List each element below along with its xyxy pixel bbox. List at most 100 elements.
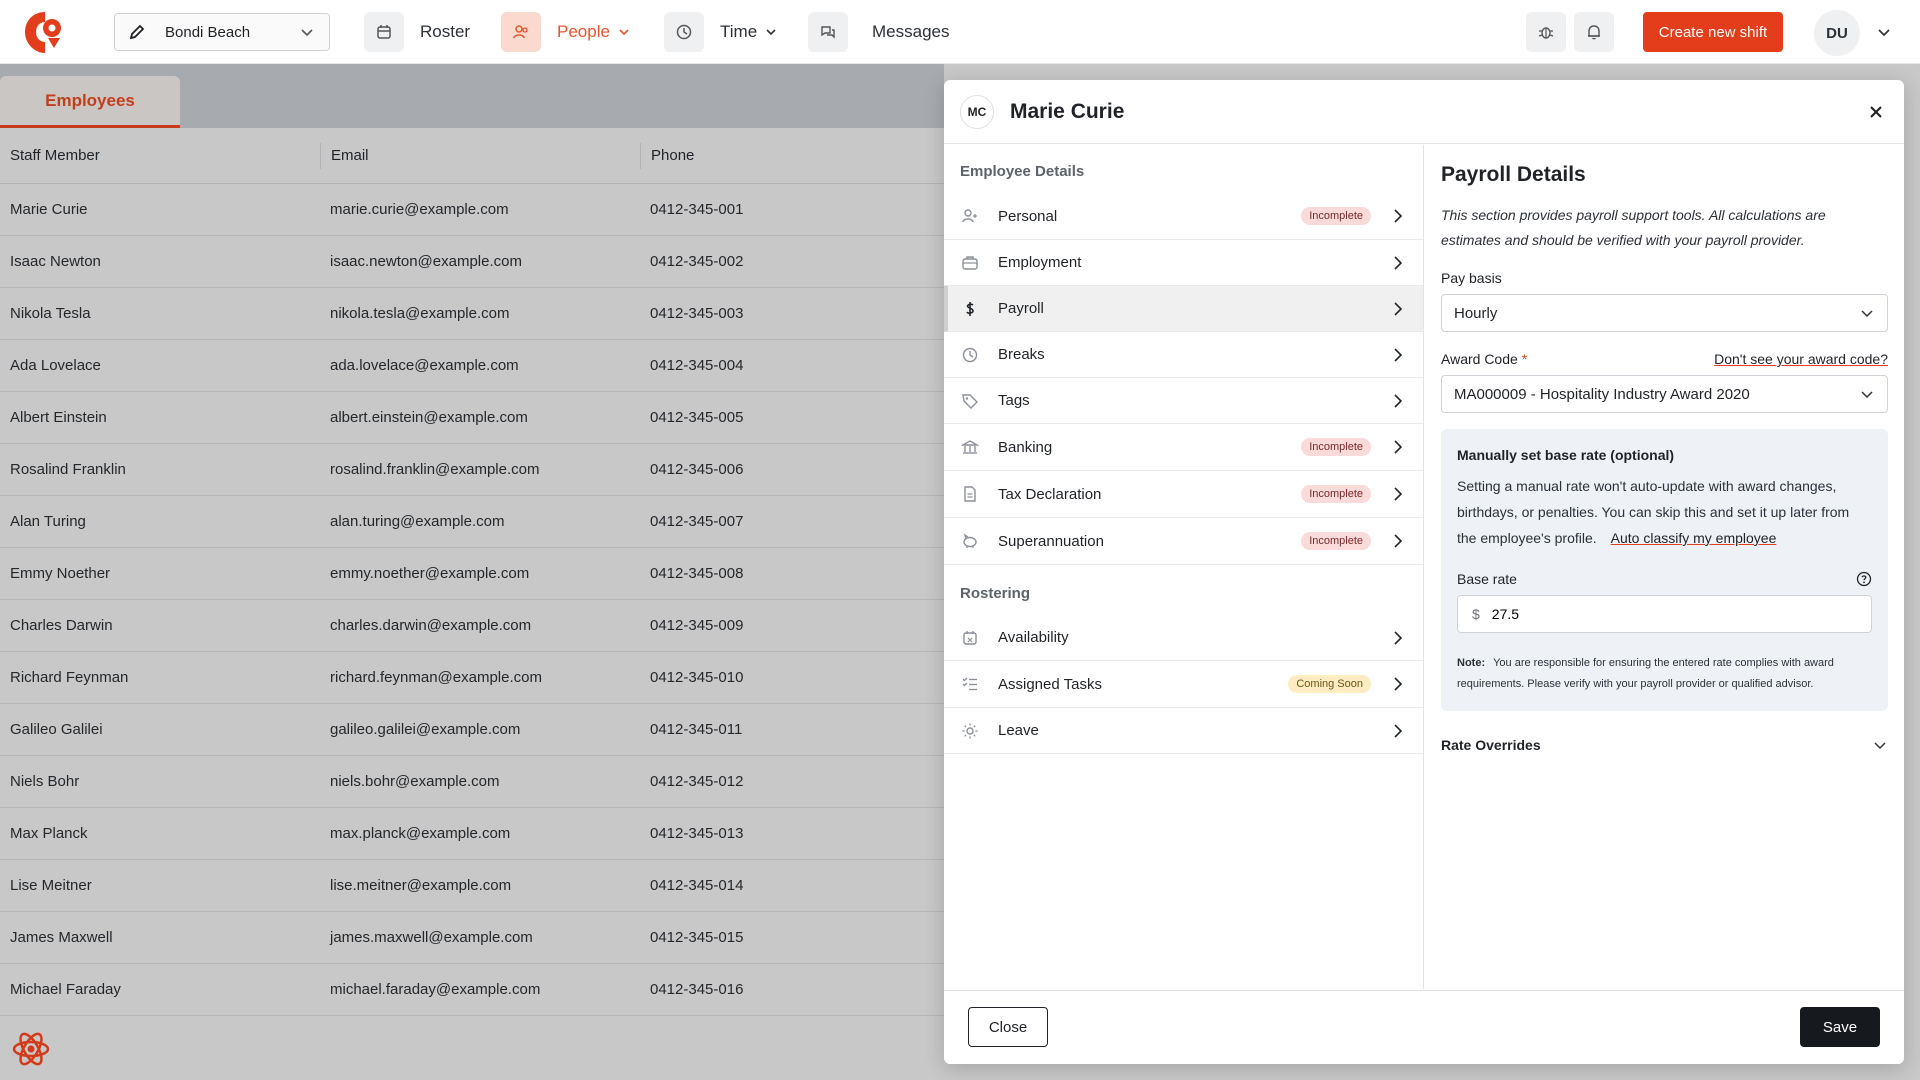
phone-cell: 0412-345-015: [650, 929, 744, 946]
table-row[interactable]: Ada Lovelace ada.lovelace@example.com 0412…: [0, 340, 944, 392]
notifications-button[interactable]: [1574, 12, 1614, 52]
close-icon: [1870, 106, 1882, 118]
menu-item-personal[interactable]: Personal Incomplete: [944, 193, 1423, 240]
calendar-icon: [364, 12, 404, 52]
phone-cell: 0412-345-002: [650, 253, 744, 270]
staff-name-cell: Niels Bohr: [10, 773, 80, 790]
email-cell: nikola.tesla@example.com: [330, 305, 510, 322]
status-badge: Coming Soon: [1288, 675, 1371, 693]
staff-name-cell: Isaac Newton: [10, 253, 101, 270]
email-cell: galileo.galilei@example.com: [330, 721, 521, 738]
staff-name-cell: Max Planck: [10, 825, 88, 842]
document-icon: [960, 484, 980, 504]
table-row[interactable]: Rosalind Franklin rosalind.franklin@examp…: [0, 444, 944, 496]
bug-report-button[interactable]: [1526, 12, 1566, 52]
menu-item-tax-declaration[interactable]: Tax Declaration Incomplete: [944, 471, 1423, 518]
rate-overrides-label: Rate Overrides: [1441, 737, 1541, 753]
nav-messages[interactable]: Messages: [808, 12, 949, 52]
calendar-x-icon: [960, 628, 980, 648]
auto-classify-link[interactable]: Auto classify my employee: [1611, 530, 1777, 546]
base-rate-row: Base rate: [1457, 571, 1872, 587]
table-row[interactable]: Emmy Noether emmy.noether@example.com 0412…: [0, 548, 944, 600]
tab-employees[interactable]: Employees: [0, 76, 180, 128]
phone-cell: 0412-345-016: [650, 981, 744, 998]
payroll-details-panel: Payroll Details This section provides pa…: [1425, 145, 1904, 989]
table-row[interactable]: Galileo Galilei galileo.galilei@example.c…: [0, 704, 944, 756]
table-row[interactable]: Nikola Tesla nikola.tesla@example.com 0412…: [0, 288, 944, 340]
chevron-right-icon: [1394, 440, 1403, 454]
atom-icon[interactable]: [10, 1028, 52, 1070]
currency-symbol: $: [1472, 606, 1480, 622]
pay-basis-select[interactable]: Hourly: [1441, 294, 1888, 332]
chevron-right-icon: [1394, 347, 1403, 362]
menu-item-payroll[interactable]: Payroll: [944, 286, 1423, 332]
menu-item-label: Breaks: [998, 346, 1045, 363]
column-header-phone[interactable]: Phone: [640, 142, 944, 169]
menu-item-tags[interactable]: Tags: [944, 378, 1423, 424]
table-row[interactable]: Richard Feynman richard.feynman@example.c…: [0, 652, 944, 704]
table-row[interactable]: Albert Einstein albert.einstein@example.c…: [0, 392, 944, 444]
menu-item-banking[interactable]: Banking Incomplete: [944, 424, 1423, 471]
payroll-details-title: Payroll Details: [1441, 163, 1586, 186]
table-row[interactable]: Alan Turing alan.turing@example.com 0412-3…: [0, 496, 944, 548]
user-avatar[interactable]: DU: [1814, 10, 1860, 56]
create-new-shift-button[interactable]: Create new shift: [1643, 12, 1783, 52]
table-row[interactable]: Marie Curie marie.curie@example.com 0412-3…: [0, 184, 944, 236]
menu-item-assigned-tasks[interactable]: Assigned Tasks Coming Soon: [944, 661, 1423, 708]
location-selector[interactable]: Bondi Beach: [114, 13, 330, 51]
base-rate-field[interactable]: $: [1457, 595, 1872, 633]
help-icon[interactable]: [1856, 571, 1872, 587]
people-icon: [501, 12, 541, 52]
table-row[interactable]: Charles Darwin charles.darwin@example.com…: [0, 600, 944, 652]
nav-time[interactable]: Time: [664, 12, 777, 52]
staff-name-cell: Albert Einstein: [10, 409, 107, 426]
app-logo-icon[interactable]: [22, 8, 68, 56]
phone-cell: 0412-345-011: [650, 721, 743, 738]
phone-cell: 0412-345-004: [650, 357, 744, 374]
section-employee-details: Employee Details: [960, 163, 1085, 180]
rate-overrides-toggle[interactable]: Rate Overrides: [1441, 737, 1888, 753]
menu-item-label: Tax Declaration: [998, 485, 1102, 503]
base-rate-input[interactable]: [1491, 606, 1792, 622]
table-row[interactable]: Max Planck max.planck@example.com 0412-345…: [0, 808, 944, 860]
staff-name-cell: Richard Feynman: [10, 669, 129, 686]
chevron-down-icon[interactable]: [1876, 24, 1892, 40]
menu-item-leave[interactable]: Leave: [944, 708, 1423, 754]
pay-basis-label: Pay basis: [1441, 270, 1502, 286]
menu-item-employment[interactable]: Employment: [944, 240, 1423, 286]
nav-roster-label: Roster: [420, 22, 471, 41]
required-marker: *: [1521, 351, 1528, 367]
menu-item-superannuation[interactable]: Superannuation Incomplete: [944, 518, 1423, 565]
modal-header: MC Marie Curie: [944, 80, 1904, 144]
close-button[interactable]: Close: [968, 1007, 1048, 1047]
chevron-down-icon: [619, 29, 629, 36]
menu-item-breaks[interactable]: Breaks: [944, 332, 1423, 378]
column-header-staff[interactable]: Staff Member: [0, 143, 320, 169]
menu-item-availability[interactable]: Availability: [944, 615, 1423, 661]
table-row[interactable]: Michael Faraday michael.faraday@example.c…: [0, 964, 944, 1016]
phone-cell: 0412-345-008: [650, 565, 744, 582]
modal-close-button[interactable]: [1864, 100, 1888, 124]
award-code-label-text: Award Code: [1441, 351, 1518, 367]
section-rostering: Rostering: [960, 585, 1031, 602]
column-header-email[interactable]: Email: [320, 142, 640, 169]
nav-roster[interactable]: Roster: [364, 12, 470, 52]
chevron-right-icon: [1394, 677, 1403, 691]
clock-icon: [960, 345, 980, 365]
sun-icon: [960, 721, 980, 741]
nav-people[interactable]: People: [501, 12, 630, 52]
table-row[interactable]: Lise Meitner lise.meitner@example.com 0412…: [0, 860, 944, 912]
menu-item-label: Personal: [998, 207, 1058, 225]
table-row[interactable]: James Maxwell james.maxwell@example.com 04…: [0, 912, 944, 964]
menu-item-label: Assigned Tasks: [998, 675, 1102, 693]
email-cell: albert.einstein@example.com: [330, 409, 528, 426]
save-button[interactable]: Save: [1800, 1007, 1880, 1047]
award-code-select[interactable]: MA000009 - Hospitality Industry Award 20…: [1441, 375, 1888, 413]
staff-name-cell: Alan Turing: [10, 513, 86, 530]
top-bar: Bondi Beach Roster People Time Messages …: [0, 0, 1920, 64]
briefcase-icon: [960, 253, 980, 273]
missing-award-link[interactable]: Don't see your award code?: [1714, 351, 1888, 367]
table-row[interactable]: Niels Bohr niels.bohr@example.com 0412-345…: [0, 756, 944, 808]
table-row[interactable]: Isaac Newton isaac.newton@example.com 0412…: [0, 236, 944, 288]
email-cell: lise.meitner@example.com: [330, 877, 512, 894]
